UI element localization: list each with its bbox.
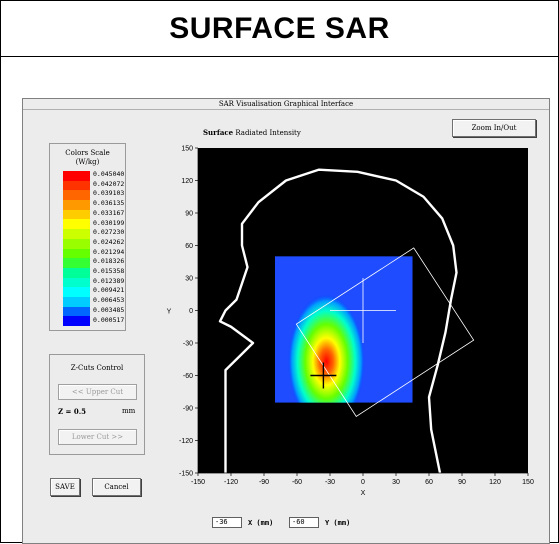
color-swatches [63,171,90,326]
plot-title-rest: Radiated Intensity [233,129,301,137]
color-scale-value: 0.006453 [93,296,125,305]
x-axis-label: X [361,490,366,497]
color-scale-panel: Colors Scale (W/kg) 0.045040 0.042072 0.03… [49,143,126,331]
color-swatch [63,296,90,307]
x-tick-label: -90 [259,479,269,486]
x-tick-label: 60 [425,479,433,486]
z-value: Z = 0.5 [58,407,87,416]
color-swatch [63,229,90,239]
x-tick-label: 90 [458,479,466,486]
x-coordinate-field[interactable]: -36 [212,517,242,528]
color-swatch [63,248,90,259]
color-swatch [63,219,90,230]
zoom-button[interactable]: Zoom In/Out [452,119,536,137]
window-title: SAR Visualisation Graphical Interface [23,99,549,110]
x-tick-label: 0 [361,479,365,486]
x-tick-label: -30 [325,479,335,486]
color-scale-value: 0.033167 [93,208,125,217]
color-scale-value: 0.024262 [93,237,125,246]
banner-title: SURFACE SAR [169,11,390,45]
color-swatch [63,306,90,317]
z-cuts-label: Z-Cuts Control [70,364,124,372]
color-scale-value: 0.039103 [93,189,125,198]
y-tick-label: -30 [183,341,193,348]
color-swatch [63,258,90,268]
y-axis-label: Y [167,309,172,316]
y-tick-label: 0 [189,308,193,315]
color-swatch [63,238,90,249]
x-tick-label: 30 [392,479,400,486]
color-scale-value: 0.018326 [93,257,125,266]
color-swatch [63,277,90,288]
color-swatch [63,190,90,201]
color-swatch [63,200,90,210]
color-scale-title-line2: (W/kg) [75,158,100,166]
y-tick-label: -90 [183,406,193,413]
y-tick-label: -150 [179,471,193,478]
z-cuts-panel: Z-Cuts Control << Upper Cut Z = 0.5 mm L… [49,354,145,455]
cancel-button[interactable]: Cancel [92,478,141,496]
sar-heatmap-plot[interactable]: -150 -120 -90 -60 -30 0 30 60 90 120 150 150 120 90 60… [163,144,538,499]
x-tick-label: -120 [224,479,238,486]
y-tick-label: -120 [179,438,193,445]
color-scale-value: 0.042072 [93,179,125,188]
lower-cut-button[interactable]: Lower Cut >> [58,429,137,445]
upper-cut-button[interactable]: << Upper Cut [58,384,137,400]
color-scale-value: 0.000517 [93,315,125,324]
y-coordinate-label: Y (mm) [325,519,351,527]
x-tick-label: 120 [489,479,501,486]
color-scale-title-line1: Colors Scale [65,149,110,157]
color-scale-value: 0.030199 [93,218,125,227]
color-swatch [63,267,90,278]
y-coordinate-field[interactable]: -60 [289,517,319,528]
plot-title: Surface Radiated Intensity [203,128,301,137]
y-tick-label: 120 [181,178,193,185]
color-scale-title: Colors Scale (W/kg) [50,149,125,167]
color-swatch [63,180,90,191]
color-swatch [63,209,90,220]
color-scale-value: 0.027230 [93,228,125,237]
sar-window: SAR Visualisation Graphical Interface Su… [22,98,550,544]
color-scale-value: 0.012389 [93,276,125,285]
color-scale-value: 0.045040 [93,170,125,178]
page-frame: SURFACE SAR SAR Visualisation Graphical … [0,0,559,544]
x-tick-label: -150 [191,479,205,486]
y-tick-label: -60 [183,373,193,380]
y-tick-label: 150 [181,146,193,153]
z-unit: mm [122,407,136,415]
color-swatch [63,287,90,297]
color-swatch [63,171,90,181]
color-scale-value: 0.015358 [93,267,125,276]
save-button[interactable]: SAVE [50,478,80,496]
banner: SURFACE SAR [1,1,558,57]
x-coordinate-label: X (mm) [248,519,274,527]
color-scale-values: 0.045040 0.042072 0.039103 0.036135 0.033167… [93,170,124,325]
color-scale-value: 0.009421 [93,286,125,295]
x-tick-label: -60 [292,479,302,486]
color-scale-value: 0.003485 [93,305,125,314]
color-scale-value: 0.021294 [93,247,125,256]
color-scale-value: 0.036135 [93,199,125,208]
y-tick-label: 90 [185,211,193,218]
color-swatch [63,316,90,326]
plot-title-bold: Surface [203,128,234,137]
y-tick-label: 30 [185,276,193,283]
x-tick-label: 150 [522,479,534,486]
y-tick-label: 60 [185,243,193,250]
